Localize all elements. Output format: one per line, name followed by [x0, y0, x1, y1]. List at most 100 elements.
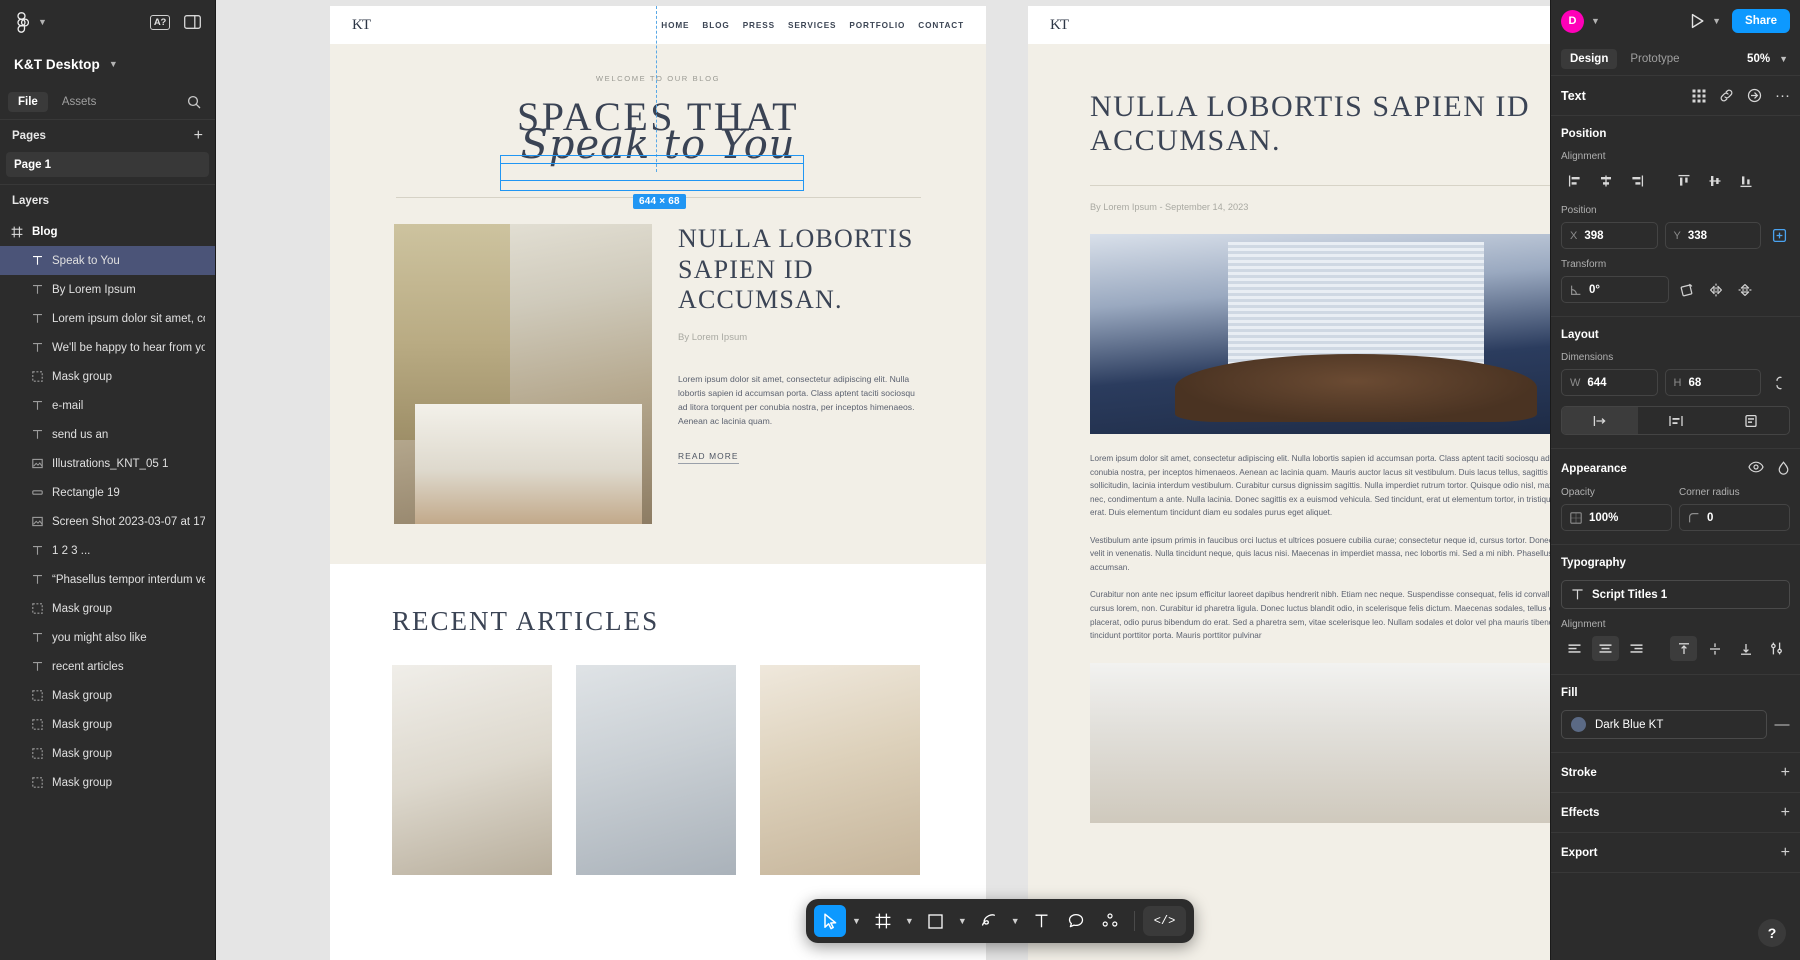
comment-tool-button[interactable]: [1060, 905, 1092, 937]
flip-vertical-icon[interactable]: [1734, 282, 1756, 298]
add-auto-layout-icon[interactable]: [1768, 228, 1790, 243]
fill-color-swatch[interactable]: [1571, 717, 1586, 732]
recent-card-1[interactable]: [392, 665, 552, 875]
layer-row-mask-group-6[interactable]: Mask group: [0, 768, 215, 797]
layer-row-mask-group-3[interactable]: Mask group: [0, 681, 215, 710]
rotation-input[interactable]: 0°: [1561, 276, 1669, 303]
hero-script-text[interactable]: Speak to You: [330, 123, 986, 167]
create-component-icon[interactable]: [1692, 89, 1706, 103]
export-asset-icon[interactable]: [1747, 88, 1762, 103]
text-valign-middle-icon[interactable]: [1701, 636, 1728, 661]
tab-file[interactable]: File: [8, 91, 48, 112]
figma-logo-icon[interactable]: [10, 11, 32, 33]
file-name-row[interactable]: K&T Desktop ▼: [0, 44, 215, 84]
text-align-left-icon[interactable]: [1561, 636, 1588, 661]
accessibility-button[interactable]: A?: [147, 10, 173, 34]
more-options-icon[interactable]: ···: [1775, 88, 1790, 103]
text-style-selector[interactable]: Script Titles 1: [1561, 580, 1790, 609]
align-bottom-icon[interactable]: [1732, 168, 1759, 193]
align-top-icon[interactable]: [1670, 168, 1697, 193]
add-stroke-icon[interactable]: +: [1781, 764, 1790, 782]
layer-row-screen-shot[interactable]: Screen Shot 2023-03-07 at 17.43: [0, 507, 215, 536]
pen-tool-chevron-icon[interactable]: ▼: [1007, 916, 1024, 926]
recent-card-2[interactable]: [576, 665, 736, 875]
search-icon[interactable]: [187, 95, 201, 109]
hug-contents-icon[interactable]: [1638, 407, 1714, 434]
dev-mode-button[interactable]: </>: [1142, 906, 1187, 936]
corner-radius-input[interactable]: 0: [1679, 504, 1790, 531]
article-read-more-link[interactable]: READ MORE: [678, 451, 739, 464]
toggle-panels-icon[interactable]: [179, 10, 205, 34]
layer-row-send-us-an[interactable]: send us an: [0, 420, 215, 449]
tab-assets[interactable]: Assets: [52, 92, 107, 112]
page-item-page-1[interactable]: Page 1: [6, 152, 209, 177]
align-vertical-center-icon[interactable]: [1701, 168, 1728, 193]
zoom-chevron-icon[interactable]: ▼: [1779, 54, 1788, 64]
layer-row-lorem-ipsum-dolor[interactable]: Lorem ipsum dolor sit amet, conse: [0, 304, 215, 333]
pen-tool-button[interactable]: [973, 905, 1005, 937]
fixed-width-icon[interactable]: [1562, 407, 1638, 434]
layer-row-you-might-also-like[interactable]: you might also like: [0, 623, 215, 652]
text-align-center-icon[interactable]: [1592, 636, 1619, 661]
text-align-right-icon[interactable]: [1623, 636, 1650, 661]
opacity-input[interactable]: 100%: [1561, 504, 1672, 531]
add-effect-icon[interactable]: +: [1781, 804, 1790, 822]
file-menu-chevron-icon[interactable]: ▼: [109, 59, 118, 69]
layer-row-recent-articles[interactable]: recent articles: [0, 652, 215, 681]
align-right-icon[interactable]: [1623, 168, 1650, 193]
layer-row-blog[interactable]: Blog: [0, 217, 215, 246]
height-input[interactable]: H 68: [1664, 369, 1761, 396]
layer-row-e-mail[interactable]: e-mail: [0, 391, 215, 420]
add-export-icon[interactable]: +: [1781, 844, 1790, 862]
layer-row-123[interactable]: 1 2 3 ...: [0, 536, 215, 565]
layer-row-mask-group-5[interactable]: Mask group: [0, 739, 215, 768]
actions-tool-button[interactable]: [1094, 905, 1126, 937]
nav-link-press[interactable]: PRESS: [743, 21, 775, 30]
layer-row-mask-group-2[interactable]: Mask group: [0, 594, 215, 623]
tab-design[interactable]: Design: [1561, 48, 1618, 69]
width-input[interactable]: W 644: [1561, 369, 1658, 396]
layer-row-phasellus-tempor[interactable]: “Phasellus tempor interdum vestib: [0, 565, 215, 594]
nav-link-services[interactable]: SERVICES: [788, 21, 836, 30]
nav-link-contact[interactable]: CONTACT: [918, 21, 964, 30]
layers-list[interactable]: Blog Speak to You By Lorem Ipsum Lorem i…: [0, 217, 215, 960]
x-position-input[interactable]: X 398: [1561, 222, 1658, 249]
layer-row-speak-to-you[interactable]: Speak to You: [0, 246, 215, 275]
y-position-input[interactable]: Y 338: [1664, 222, 1761, 249]
text-valign-bottom-icon[interactable]: [1732, 636, 1759, 661]
present-play-icon[interactable]: [1690, 13, 1705, 29]
avatar[interactable]: D: [1561, 9, 1584, 33]
link-icon[interactable]: [1719, 88, 1734, 103]
layer-row-well-be-happy[interactable]: We'll be happy to hear from you!: [0, 333, 215, 362]
frame-tool-chevron-icon[interactable]: ▼: [901, 916, 918, 926]
move-tool-button[interactable]: [814, 905, 846, 937]
rotate-icon[interactable]: [1676, 282, 1698, 298]
present-chevron-icon[interactable]: ▼: [1712, 16, 1721, 26]
visibility-eye-icon[interactable]: [1748, 461, 1764, 476]
flip-horizontal-icon[interactable]: [1705, 282, 1727, 298]
lock-aspect-ratio-icon[interactable]: [1768, 375, 1790, 391]
shape-tool-button[interactable]: [920, 905, 952, 937]
move-tool-chevron-icon[interactable]: ▼: [848, 916, 865, 926]
share-button[interactable]: Share: [1732, 9, 1790, 33]
layer-row-rectangle-19[interactable]: Rectangle 19: [0, 478, 215, 507]
remove-fill-icon[interactable]: —: [1774, 716, 1790, 733]
nav-link-home[interactable]: HOME: [661, 21, 689, 30]
layer-row-illustrations-knt[interactable]: Illustrations_KNT_05 1: [0, 449, 215, 478]
nav-link-blog[interactable]: BLOG: [702, 21, 729, 30]
avatar-chevron-icon[interactable]: ▼: [1591, 16, 1600, 26]
help-button[interactable]: ?: [1758, 919, 1786, 947]
add-page-icon[interactable]: +: [194, 128, 203, 144]
layer-row-by-lorem-ipsum[interactable]: By Lorem Ipsum: [0, 275, 215, 304]
fill-container-icon[interactable]: [1713, 407, 1789, 434]
tab-prototype[interactable]: Prototype: [1621, 49, 1688, 69]
recent-card-3[interactable]: [760, 665, 920, 875]
align-horizontal-center-icon[interactable]: [1592, 168, 1619, 193]
fill-style-selector[interactable]: Dark Blue KT: [1561, 710, 1767, 739]
text-tool-button[interactable]: [1026, 905, 1058, 937]
layer-row-mask-group-1[interactable]: Mask group: [0, 362, 215, 391]
text-valign-top-icon[interactable]: [1670, 636, 1697, 661]
frame-tool-button[interactable]: [867, 905, 899, 937]
nav-link-portfolio[interactable]: PORTFOLIO: [849, 21, 905, 30]
shape-tool-chevron-icon[interactable]: ▼: [954, 916, 971, 926]
